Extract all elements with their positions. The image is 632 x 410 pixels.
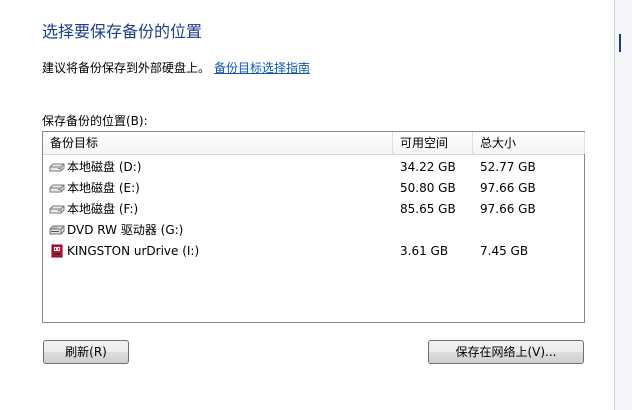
table-row[interactable]: KINGSTON urDrive (I:) 3.61 GB 7.45 GB xyxy=(43,241,584,262)
row-target-cell: 本地磁盘 (F:) xyxy=(49,199,389,220)
background-window-edge xyxy=(614,0,632,410)
intro-text: 建议将备份保存到外部硬盘上。 xyxy=(42,61,211,75)
table-row[interactable]: 本地磁盘 (E:) 50.80 GB 97.66 GB xyxy=(43,178,584,199)
list-header: 备份目标 可用空间 总大小 xyxy=(43,132,585,155)
backup-target-list[interactable]: 备份目标 可用空间 总大小 本地磁盘 (D:) 34.22 GB 52.77 G… xyxy=(42,131,585,323)
table-row[interactable]: DVD RW 驱动器 (G:) xyxy=(43,220,584,241)
usb-drive-icon xyxy=(49,244,65,258)
hard-drive-icon xyxy=(49,160,65,174)
hard-drive-icon xyxy=(49,181,65,195)
row-target-cell: 本地磁盘 (D:) xyxy=(49,157,389,178)
row-total-cell xyxy=(480,220,580,241)
backup-guide-link[interactable]: 备份目标选择指南 xyxy=(214,61,310,75)
row-target-cell: KINGSTON urDrive (I:) xyxy=(49,241,389,262)
row-total-cell: 52.77 GB xyxy=(480,160,536,174)
row-total-cell: 97.66 GB xyxy=(480,181,536,195)
row-free-cell: 85.65 GB xyxy=(400,202,456,216)
row-free-cell: 3.61 GB xyxy=(400,244,449,258)
dvd-drive-icon xyxy=(49,223,65,237)
table-row[interactable]: 本地磁盘 (F:) 85.65 GB 97.66 GB xyxy=(43,199,584,220)
column-header-target[interactable]: 备份目标 xyxy=(43,132,393,154)
row-target-cell: DVD RW 驱动器 (G:) xyxy=(49,220,389,241)
row-free-cell: 50.80 GB xyxy=(400,181,456,195)
list-label: 保存备份的位置(B): xyxy=(42,114,148,128)
hard-drive-icon xyxy=(49,202,65,216)
row-free-cell: 34.22 GB xyxy=(400,160,456,174)
intro-line: 建议将备份保存到外部硬盘上。 备份目标选择指南 xyxy=(42,59,310,76)
page-title: 选择要保存备份的位置 xyxy=(42,22,203,41)
row-total-cell: 7.45 GB xyxy=(480,244,529,258)
refresh-button[interactable]: 刷新(R) xyxy=(43,340,129,364)
row-target-cell: 本地磁盘 (E:) xyxy=(49,178,389,199)
save-on-network-button[interactable]: 保存在网络上(V)... xyxy=(428,340,584,364)
column-header-free[interactable]: 可用空间 xyxy=(393,132,473,154)
background-window-accent xyxy=(619,34,621,52)
row-total-cell: 97.66 GB xyxy=(480,202,536,216)
backup-location-dialog: 选择要保存备份的位置 建议将备份保存到外部硬盘上。 备份目标选择指南 保存备份的位… xyxy=(0,0,614,410)
table-row[interactable]: 本地磁盘 (D:) 34.22 GB 52.77 GB xyxy=(43,157,584,178)
column-header-total[interactable]: 总大小 xyxy=(473,132,585,154)
row-free-cell xyxy=(400,220,472,241)
